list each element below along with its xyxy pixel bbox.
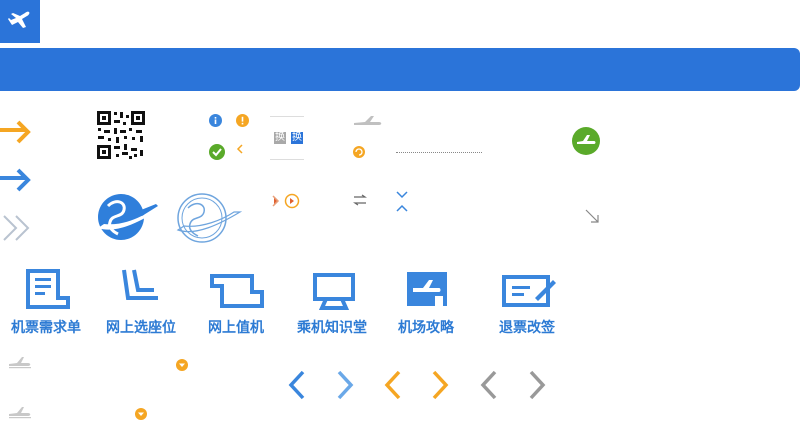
airplane-button[interactable] [0, 0, 40, 43]
service-label-airport[interactable]: 机场攻略 [398, 317, 454, 337]
airplane-departure-icon [9, 357, 31, 369]
chevron-left-blue-icon[interactable] [288, 370, 306, 400]
dotted-divider [396, 152, 482, 153]
orange-arrow-right-icon [0, 120, 31, 144]
arrow-down-right-icon[interactable] [584, 208, 600, 224]
seat-selection-icon[interactable] [118, 268, 164, 310]
qr-code [96, 110, 146, 160]
service-label-seat[interactable]: 网上选座位 [106, 317, 176, 337]
airplane-icon [8, 11, 30, 28]
chevron-right-gray-icon[interactable] [528, 370, 546, 400]
exchange-button-gray[interactable]: 换 [274, 132, 286, 144]
airport-guide-icon[interactable] [405, 270, 449, 308]
airplane-badge-green-icon [572, 127, 600, 155]
info-icon [209, 114, 222, 127]
success-check-icon [209, 144, 225, 160]
service-label-checkin[interactable]: 网上值机 [208, 317, 264, 337]
header-banner [0, 48, 800, 91]
dropdown-orange-icon[interactable] [176, 359, 188, 371]
airplane-arrival-icon [9, 407, 31, 419]
chevron-left-gray-icon[interactable] [480, 370, 498, 400]
swap-arrows-icon[interactable] [353, 194, 367, 206]
chevron-right-orange-icon[interactable] [431, 370, 449, 400]
service-label-knowledge[interactable]: 乘机知识堂 [297, 317, 367, 337]
chevron-right-blue-icon[interactable] [336, 370, 354, 400]
service-label-demand[interactable]: 机票需求单 [11, 317, 81, 337]
service-label-refund[interactable]: 退票改签 [499, 317, 555, 337]
warning-icon [236, 114, 249, 127]
chevron-left-small-icon [236, 144, 243, 154]
knowledge-screen-icon[interactable] [312, 272, 356, 312]
collapse-chevrons-icon[interactable] [395, 190, 409, 214]
airline-globe-outline-logo [176, 193, 242, 243]
check-in-icon[interactable] [210, 272, 264, 308]
double-chevron-right-icon [3, 215, 30, 241]
refresh-orange-icon[interactable] [353, 146, 365, 158]
airplane-takeoff-gray-icon [354, 116, 382, 125]
exchange-button-blue[interactable]: 换 [291, 132, 303, 144]
demand-form-icon[interactable] [24, 268, 72, 310]
dropdown-orange-icon-2[interactable] [135, 408, 147, 420]
refund-change-icon[interactable] [501, 274, 557, 308]
chevron-left-orange-icon[interactable] [384, 370, 402, 400]
play-toggle-icon[interactable] [272, 193, 300, 209]
airline-globe-logo [98, 194, 158, 240]
blue-arrow-right-icon [0, 168, 31, 192]
